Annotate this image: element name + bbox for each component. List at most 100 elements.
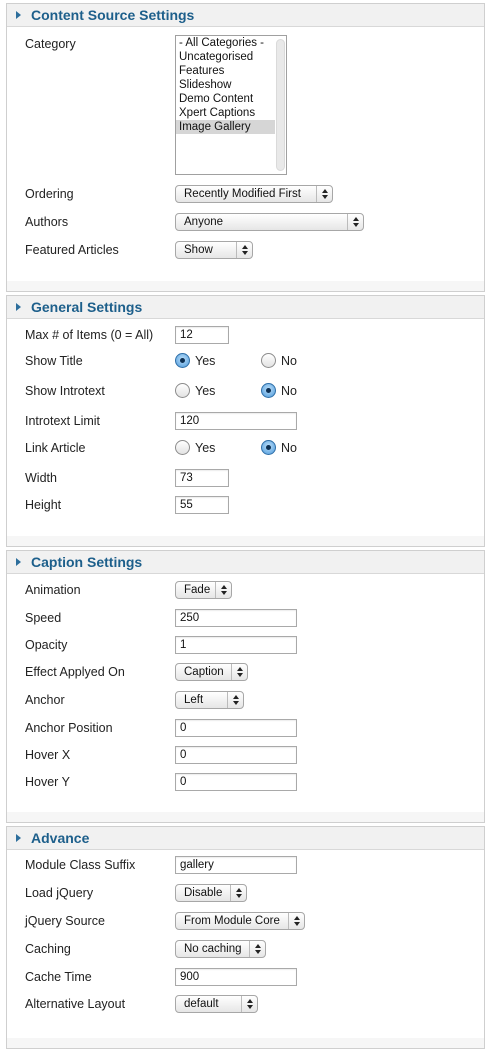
category-option[interactable]: Xpert Captions	[176, 106, 275, 120]
advance-title: Advance	[31, 830, 90, 846]
caching-value: No caching	[184, 943, 242, 955]
ordering-value: Recently Modified First	[184, 188, 301, 200]
select-arrows-icon	[288, 913, 304, 929]
cache-time-input[interactable]: 900	[175, 968, 297, 986]
show-introtext-no-radio[interactable]: No	[261, 383, 297, 398]
effect-value: Caption	[184, 666, 224, 678]
category-option[interactable]: Uncategorised	[176, 50, 275, 64]
effect-select[interactable]: Caption	[175, 663, 248, 681]
width-label: Width	[25, 471, 57, 485]
expand-arrow-icon[interactable]	[16, 834, 21, 842]
show-title-yes-radio[interactable]: Yes	[175, 353, 215, 368]
radio-selected-icon	[175, 353, 190, 368]
category-label: Category	[25, 37, 76, 51]
show-introtext-yes-radio[interactable]: Yes	[175, 383, 215, 398]
alt-layout-label: Alternative Layout	[25, 997, 126, 1011]
radio-label: Yes	[195, 353, 216, 368]
load-jquery-value: Disable	[184, 887, 223, 899]
animation-label: Animation	[25, 583, 81, 597]
radio-label: Yes	[195, 383, 216, 398]
general-title: General Settings	[31, 299, 143, 315]
jquery-source-value: From Module Core	[184, 915, 280, 927]
caption-title: Caption Settings	[31, 554, 143, 570]
select-arrows-icon	[227, 692, 243, 708]
speed-input[interactable]: 250	[175, 609, 297, 627]
category-option[interactable]: - All Categories -	[176, 36, 275, 50]
featured-value: Show	[184, 244, 213, 256]
content-source-header[interactable]: Content Source Settings	[7, 4, 484, 27]
category-option[interactable]: Features	[176, 64, 275, 78]
alt-layout-select[interactable]: default	[175, 995, 258, 1013]
alt-layout-value: default	[184, 998, 219, 1010]
effect-label: Effect Applyed On	[25, 665, 125, 679]
authors-value: Anyone	[184, 216, 224, 228]
show-title-label: Show Title	[25, 354, 83, 368]
category-option[interactable]: Demo Content	[176, 92, 275, 106]
select-arrows-icon	[236, 242, 252, 258]
load-jquery-select[interactable]: Disable	[175, 884, 247, 902]
ordering-select[interactable]: Recently Modified First	[175, 185, 333, 203]
select-arrows-icon	[316, 186, 332, 202]
module-class-label: Module Class Suffix	[25, 858, 136, 872]
hover-x-label: Hover X	[25, 748, 71, 762]
general-header[interactable]: General Settings	[7, 296, 484, 319]
radio-label: No	[281, 383, 297, 398]
jquery-source-select[interactable]: From Module Core	[175, 912, 305, 930]
opacity-label: Opacity	[25, 638, 68, 652]
show-title-no-radio[interactable]: No	[261, 353, 297, 368]
advance-header[interactable]: Advance	[7, 827, 484, 850]
link-article-yes-radio[interactable]: Yes	[175, 440, 215, 455]
hover-x-input[interactable]: 0	[175, 746, 297, 764]
authors-label: Authors	[25, 215, 69, 229]
caching-select[interactable]: No caching	[175, 940, 266, 958]
category-listbox[interactable]: - All Categories - Uncategorised Feature…	[175, 35, 287, 175]
caption-panel: Caption Settings Animation Fade Speed 25…	[6, 550, 485, 823]
content-source-title: Content Source Settings	[31, 7, 195, 23]
animation-value: Fade	[184, 584, 211, 596]
max-items-input[interactable]: 12	[175, 326, 229, 344]
cache-time-label: Cache Time	[25, 970, 92, 984]
radio-selected-icon	[261, 383, 276, 398]
height-input[interactable]: 55	[175, 496, 229, 514]
anchor-select[interactable]: Left	[175, 691, 244, 709]
link-article-radio-group: Yes No	[175, 440, 375, 458]
radio-label: Yes	[195, 440, 216, 455]
radio-unselected-icon	[261, 353, 276, 368]
ordering-label: Ordering	[25, 187, 74, 201]
expand-arrow-icon[interactable]	[16, 558, 21, 566]
introtext-limit-label: Introtext Limit	[25, 414, 101, 428]
category-option-selected[interactable]: Image Gallery	[176, 120, 275, 134]
anchor-value: Left	[184, 694, 204, 706]
content-source-panel: Content Source Settings Category - All C…	[6, 3, 485, 292]
anchor-position-label: Anchor Position	[25, 721, 113, 735]
anchor-position-input[interactable]: 0	[175, 719, 297, 737]
link-article-no-radio[interactable]: No	[261, 440, 297, 455]
authors-select[interactable]: Anyone	[175, 213, 364, 231]
category-scrollbar[interactable]	[276, 39, 285, 171]
select-arrows-icon	[215, 582, 231, 598]
radio-label: No	[281, 353, 297, 368]
radio-unselected-icon	[175, 383, 190, 398]
opacity-input[interactable]: 1	[175, 636, 297, 654]
max-items-label: Max # of Items (0 = All)	[25, 328, 154, 342]
hover-y-input[interactable]: 0	[175, 773, 297, 791]
caching-label: Caching	[25, 942, 71, 956]
category-option[interactable]: Slideshow	[176, 78, 275, 92]
width-input[interactable]: 73	[175, 469, 229, 487]
expand-arrow-icon[interactable]	[16, 303, 21, 311]
expand-arrow-icon[interactable]	[16, 11, 21, 19]
height-label: Height	[25, 498, 62, 512]
animation-select[interactable]: Fade	[175, 581, 232, 599]
load-jquery-label: Load jQuery	[25, 886, 94, 900]
featured-select[interactable]: Show	[175, 241, 253, 259]
radio-label: No	[281, 440, 297, 455]
advance-panel: Advance Module Class Suffix gallery Load…	[6, 826, 485, 1049]
show-title-radio-group: Yes No	[175, 353, 375, 371]
caption-header[interactable]: Caption Settings	[7, 551, 484, 574]
anchor-label: Anchor	[25, 693, 65, 707]
show-introtext-radio-group: Yes No	[175, 383, 375, 401]
introtext-limit-input[interactable]: 120	[175, 412, 297, 430]
hover-y-label: Hover Y	[25, 775, 70, 789]
module-class-input[interactable]: gallery	[175, 856, 297, 874]
radio-selected-icon	[261, 440, 276, 455]
